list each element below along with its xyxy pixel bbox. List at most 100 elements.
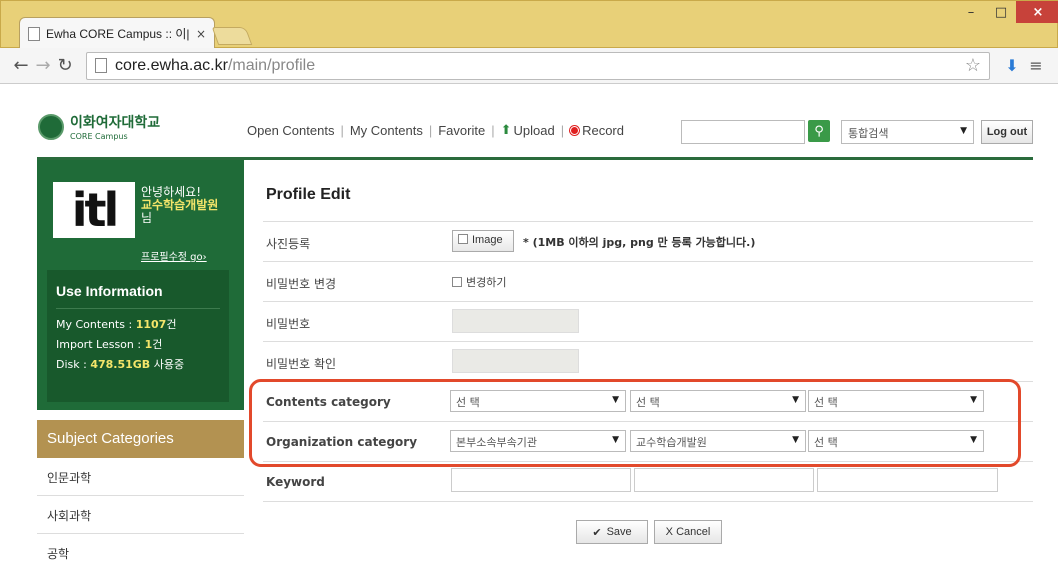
nav-divider: | [560,122,565,138]
save-button[interactable]: ✔ Save [576,520,648,544]
image-icon [458,234,468,244]
close-tab-icon[interactable]: × [196,27,206,41]
chevron-down-icon: ▼ [960,126,967,136]
password-confirm-label: 비밀번호 확인 [266,357,337,371]
nav-divider: | [491,122,495,138]
maximize-button[interactable]: □ [986,1,1016,23]
contents-category-select-3[interactable]: 선 택 ▼ [808,390,984,412]
keyword-input-3[interactable] [817,468,998,492]
organization-category-select-2[interactable]: 교수학습개발원 ▼ [630,430,806,452]
subject-item[interactable]: 공학 [37,534,244,565]
profile-box: itl 안녕하세요! 교수학습개발원 님 프로필수정 go› Use Infor… [37,160,244,410]
greeting: 안녕하세요! 교수학습개발원 님 [141,186,218,225]
nav-divider: | [340,122,344,138]
password-change-label: 비밀번호 변경 [266,277,337,291]
photo-row: 사진등록 Image * (1MB 이하의 jpg, png 만 등록 가능합니… [263,222,1033,262]
nav-favorite[interactable]: Favorite [438,123,485,138]
user-name: 교수학습개발원 [141,198,219,212]
chevron-down-icon: ▼ [792,395,799,405]
nav-record[interactable]: Record [582,123,624,138]
page: 이화여자대학교 CORE Campus Open Contents | My C… [0,84,1058,565]
password-row: 비밀번호 [263,302,1033,342]
record-icon [570,125,580,135]
search-button[interactable]: ⚲ [808,120,830,142]
checkbox[interactable] [452,277,462,287]
subject-item[interactable]: 사회과학 [37,496,244,534]
logo-korean: 이화여자대학교 [70,115,161,131]
photo-label: 사진등록 [266,237,311,251]
address-bar[interactable]: core.ewha.ac.kr/main/profile ☆ [86,51,990,80]
organization-category-row: Organization category 본부소속부속기관 ▼ 교수학습개발원 ▼… [263,422,1033,462]
keyword-input-2[interactable] [634,468,814,492]
chevron-down-icon: ▼ [970,395,977,405]
image-note: * (1MB 이하의 jpg, png 만 등록 가능합니다.) [523,236,756,249]
keyword-row: Keyword [263,462,1033,502]
subject-item[interactable]: 인문과학 [37,458,244,496]
bookmark-star-icon[interactable]: ☆ [965,55,981,76]
profile-edit-form: Profile Edit 사진등록 Image * (1MB 이하의 jpg, … [263,160,1033,544]
image-upload-button[interactable]: Image [452,230,514,252]
browser-tab[interactable]: Ewha CORE Campus :: 이| × [19,17,215,49]
form-actions: ✔ Save X Cancel [263,520,1033,560]
page-title: Profile Edit [263,160,1033,222]
password-confirm-row: 비밀번호 확인 [263,342,1033,382]
chevron-down-icon: ▼ [612,395,619,405]
profile-edit-link[interactable]: 프로필수정 go› [141,248,207,263]
window-controls: – □ × [956,1,1058,23]
contents-category-select-2[interactable]: 선 택 ▼ [630,390,806,412]
check-icon: ✔ [592,526,602,539]
nav-upload[interactable]: Upload [513,123,554,138]
logout-button[interactable]: Log out [981,120,1033,144]
contents-category-select-1[interactable]: 선 택 ▼ [450,390,626,412]
url-path: /main/profile [227,56,316,74]
nav-divider: | [428,122,433,138]
tab-title: Ewha CORE Campus :: 이| [46,27,190,41]
menu-icon[interactable]: ≡ [1024,56,1048,75]
close-window-button[interactable]: × [1016,1,1058,23]
page-icon [95,58,107,73]
new-tab-button[interactable] [211,27,253,45]
user-suffix: 님 [141,211,153,225]
password-label: 비밀번호 [266,317,311,331]
organization-category-select-1[interactable]: 본부소속부속기관 ▼ [450,430,626,452]
sidebar: itl 안녕하세요! 교수학습개발원 님 프로필수정 go› Use Infor… [37,160,244,565]
chevron-down-icon: ▼ [970,435,977,445]
browser-titlebar: Ewha CORE Campus :: 이| × – □ × [0,0,1058,49]
back-arrow-icon[interactable]: ← [10,55,32,76]
avatar: itl [53,182,135,238]
search-input[interactable] [681,120,805,144]
contents-category-label: Contents category [266,395,391,409]
password-change-toggle[interactable]: 변경하기 [452,274,506,290]
emblem-icon [38,113,64,140]
search-scope-value: 통합검색 [848,127,889,140]
forward-arrow-icon[interactable]: → [32,55,54,76]
page-icon [28,26,40,41]
keyword-input-1[interactable] [451,468,631,492]
university-logo[interactable]: 이화여자대학교 CORE Campus [38,112,160,141]
organization-category-label: Organization category [266,435,418,449]
disk-usage-stat: Disk : 478.51GB 사용중 [56,358,185,371]
logo-english: CORE Campus [70,132,128,141]
password-confirm-field[interactable] [452,349,579,373]
download-icon[interactable]: ⬇ [1000,56,1024,75]
upload-icon: ⬆ [500,122,512,137]
chevron-down-icon: ▼ [792,435,799,445]
chevron-down-icon: ▼ [612,435,619,445]
nav-open-contents[interactable]: Open Contents [247,123,334,138]
cancel-button[interactable]: X Cancel [654,520,722,544]
top-navigation: Open Contents | My Contents | Favorite |… [247,122,624,138]
my-contents-stat: My Contents : 1107건 [56,318,177,331]
password-change-row: 비밀번호 변경 변경하기 [263,262,1033,302]
contents-category-row: Contents category 선 택 ▼ 선 택 ▼ 선 택 ▼ [263,382,1033,422]
import-lesson-stat: Import Lesson : 1건 [56,338,163,351]
organization-category-select-3[interactable]: 선 택 ▼ [808,430,984,452]
search-icon: ⚲ [814,123,824,139]
reload-icon[interactable]: ↻ [54,55,76,76]
password-field[interactable] [452,309,579,333]
minimize-button[interactable]: – [956,1,986,23]
subject-categories-heading: Subject Categories [37,420,244,458]
search-scope-select[interactable]: 통합검색 ▼ [841,120,974,144]
url-host: core.ewha.ac.kr [115,56,228,74]
browser-toolbar: ← → ↻ core.ewha.ac.kr/main/profile ☆ ⬇ ≡ [0,48,1058,84]
nav-my-contents[interactable]: My Contents [350,123,423,138]
